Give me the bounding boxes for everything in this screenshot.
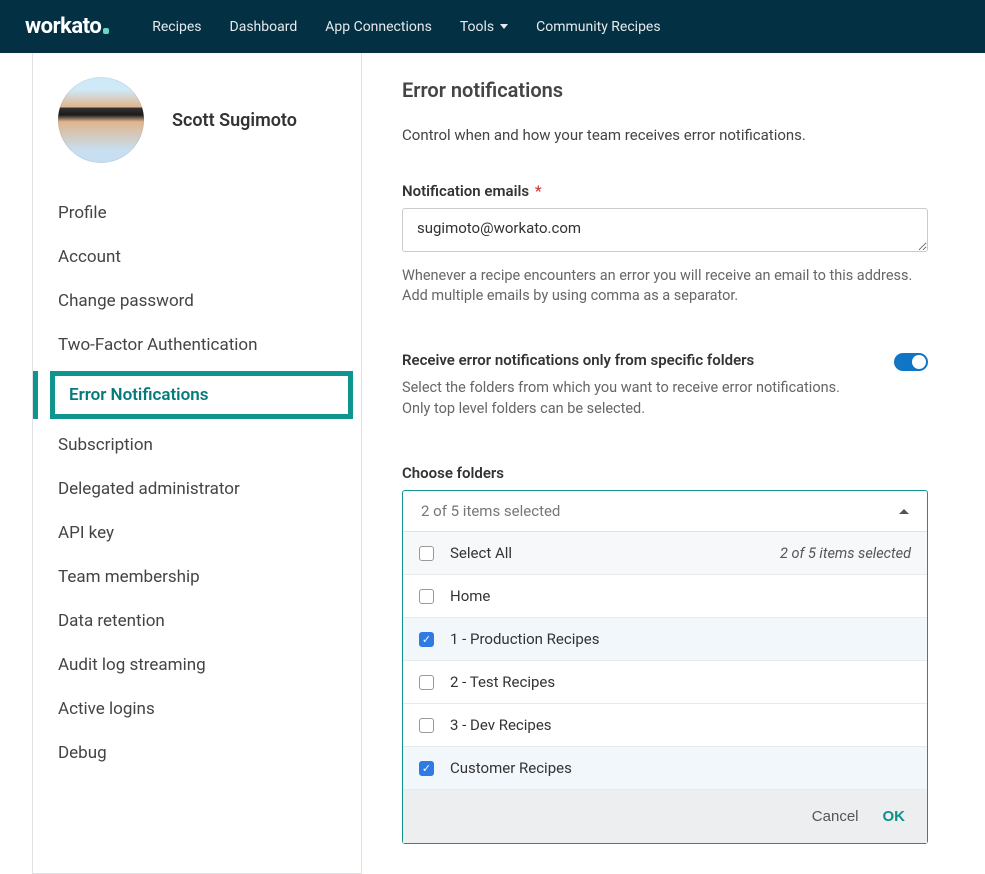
folder-toggle-title: Receive error notifications only from sp… (402, 351, 864, 369)
dropdown-footer: Cancel OK (403, 790, 927, 843)
folder-option-label: Customer Recipes (450, 759, 572, 777)
chevron-down-icon (500, 24, 508, 29)
brand-logo[interactable]: workato (25, 14, 109, 39)
nav-dashboard[interactable]: Dashboard (230, 19, 298, 35)
sidebar-item-api-key[interactable]: API key (33, 511, 361, 555)
nav-community[interactable]: Community Recipes (536, 19, 660, 35)
required-asterisk: * (535, 182, 542, 200)
dropdown-list: Select All 2 of 5 items selected Home ✓ … (403, 531, 927, 843)
sidebar-menu: Profile Account Change password Two-Fact… (33, 181, 361, 805)
notification-emails-label: Notification emails * (402, 182, 928, 200)
nav-links: Recipes Dashboard App Connections Tools … (152, 19, 660, 35)
folder-toggle-row: Receive error notifications only from sp… (402, 351, 928, 421)
choose-folders-label: Choose folders (402, 464, 928, 482)
sidebar-item-2fa[interactable]: Two-Factor Authentication (33, 323, 361, 367)
brand-text: workato (25, 14, 101, 39)
sidebar-item-data-retention[interactable]: Data retention (33, 599, 361, 643)
top-navbar: workato Recipes Dashboard App Connection… (0, 0, 985, 53)
folder-option-label: 3 - Dev Recipes (450, 716, 552, 734)
ok-button[interactable]: OK (883, 808, 906, 825)
check-icon: ✓ (422, 634, 431, 645)
folder-checkbox[interactable] (419, 718, 434, 733)
nav-recipes[interactable]: Recipes (152, 19, 201, 35)
nav-app-connections[interactable]: App Connections (325, 19, 432, 35)
check-icon: ✓ (422, 763, 431, 774)
folder-option-customer[interactable]: ✓ Customer Recipes (403, 747, 927, 790)
folder-toggle-switch[interactable] (894, 353, 928, 371)
folder-option-label: Home (450, 587, 490, 605)
notification-emails-label-text: Notification emails (402, 182, 529, 200)
notification-emails-help: Whenever a recipe encounters an error yo… (402, 266, 928, 307)
nav-tools[interactable]: Tools (460, 19, 508, 35)
page-title: Error notifications (402, 78, 928, 102)
sidebar-item-error-notifications[interactable]: Error Notifications (50, 371, 353, 419)
folder-checkbox[interactable]: ✓ (419, 632, 434, 647)
folder-option-home[interactable]: Home (403, 575, 927, 618)
dropdown-summary: 2 of 5 items selected (421, 502, 560, 520)
select-all-label: Select All (450, 544, 512, 562)
page-description: Control when and how your team receives … (402, 126, 928, 144)
profile-block: Scott Sugimoto (33, 53, 361, 181)
select-all-checkbox[interactable] (419, 546, 434, 561)
sidebar-item-debug[interactable]: Debug (33, 731, 361, 775)
sidebar-item-audit-log[interactable]: Audit log streaming (33, 643, 361, 687)
folder-toggle-desc: Select the folders from which you want t… (402, 377, 864, 421)
caret-up-icon (899, 509, 909, 514)
sidebar-item-change-password[interactable]: Change password (33, 279, 361, 323)
nav-tools-label: Tools (460, 19, 494, 35)
dropdown-select-all[interactable]: Select All 2 of 5 items selected (403, 532, 927, 575)
folder-checkbox[interactable] (419, 675, 434, 690)
select-all-status: 2 of 5 items selected (780, 545, 911, 562)
main-content: Error notifications Control when and how… (362, 53, 982, 874)
folder-toggle-text: Receive error notifications only from sp… (402, 351, 864, 421)
sidebar-item-profile[interactable]: Profile (33, 191, 361, 235)
sidebar-item-account[interactable]: Account (33, 235, 361, 279)
sidebar-item-subscription[interactable]: Subscription (33, 423, 361, 467)
notification-emails-field: Notification emails * Whenever a recipe … (402, 182, 928, 307)
choose-folders-dropdown: 2 of 5 items selected Select All 2 of 5 … (402, 490, 928, 844)
avatar (58, 77, 144, 163)
folder-checkbox[interactable]: ✓ (419, 761, 434, 776)
sidebar-item-active-logins[interactable]: Active logins (33, 687, 361, 731)
settings-sidebar: Scott Sugimoto Profile Account Change pa… (32, 53, 362, 874)
folder-option-production[interactable]: ✓ 1 - Production Recipes (403, 618, 927, 661)
cancel-button[interactable]: Cancel (812, 808, 859, 825)
notification-emails-input[interactable] (402, 208, 928, 252)
sidebar-item-team-membership[interactable]: Team membership (33, 555, 361, 599)
dropdown-header[interactable]: 2 of 5 items selected (403, 491, 927, 531)
folder-checkbox[interactable] (419, 589, 434, 604)
brand-dot-icon (103, 28, 109, 34)
profile-name: Scott Sugimoto (172, 110, 297, 131)
folder-option-label: 1 - Production Recipes (450, 630, 599, 648)
folder-option-test[interactable]: 2 - Test Recipes (403, 661, 927, 704)
folder-option-dev[interactable]: 3 - Dev Recipes (403, 704, 927, 747)
folder-option-label: 2 - Test Recipes (450, 673, 555, 691)
sidebar-item-delegated-admin[interactable]: Delegated administrator (33, 467, 361, 511)
